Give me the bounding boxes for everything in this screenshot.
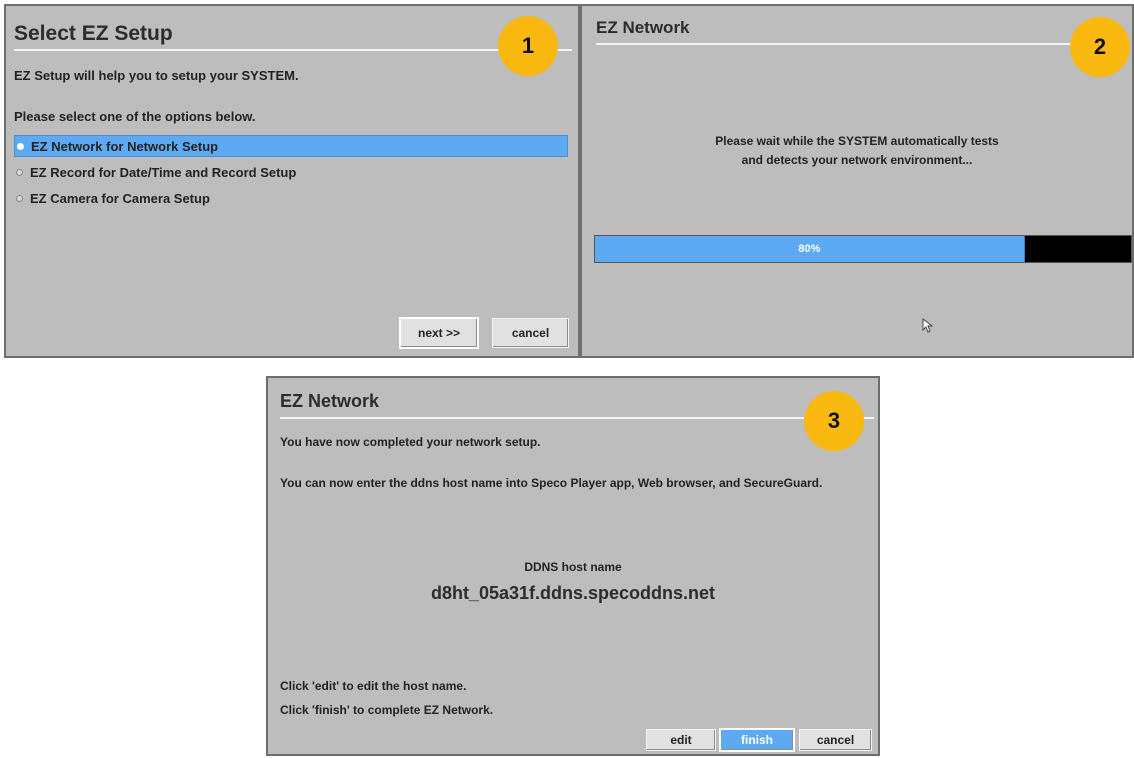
completed-text: You have now completed your network setu…: [280, 435, 541, 449]
option-ez-record[interactable]: EZ Record for Date/Time and Record Setup: [14, 161, 296, 183]
page-title: EZ Network: [596, 18, 690, 37]
option-label: EZ Network for Network Setup: [31, 138, 219, 154]
option-ez-network[interactable]: EZ Network for Network Setup: [14, 135, 568, 157]
page-title: Select EZ Setup: [14, 22, 173, 45]
ez-setup-panel: Select EZ Setup 1 EZ Setup will help you…: [4, 4, 580, 358]
intro-text: EZ Setup will help you to setup your SYS…: [14, 68, 299, 83]
ddns-host-caption: DDNS host name: [524, 560, 622, 574]
page-title: EZ Network: [280, 391, 380, 411]
edit-button[interactable]: edit: [646, 729, 716, 751]
edit-hint: Click 'edit' to edit the host name.: [280, 679, 467, 693]
step-badge: 2: [1070, 17, 1130, 77]
step-badge: 1: [498, 16, 558, 76]
radio-icon[interactable]: [16, 194, 23, 202]
wait-message-line1: Please wait while the SYSTEM automatical…: [715, 134, 999, 148]
wait-message-line2: and detects your network environment...: [741, 153, 973, 167]
ez-network-progress-panel: EZ Network 2 Please wait while the SYSTE…: [580, 4, 1134, 358]
step-badge: 3: [804, 391, 864, 451]
option-label: EZ Camera for Camera Setup: [30, 190, 210, 206]
option-label: EZ Record for Date/Time and Record Setup: [30, 164, 297, 180]
finish-hint: Click 'finish' to complete EZ Network.: [280, 703, 494, 717]
mouse-cursor-icon: [922, 318, 934, 333]
radio-selected-icon[interactable]: [17, 142, 24, 150]
finish-button[interactable]: finish: [719, 728, 795, 752]
instructions-text: You can now enter the ddns host name int…: [280, 476, 823, 490]
cancel-button[interactable]: cancel: [799, 729, 872, 751]
option-ez-camera[interactable]: EZ Camera for Camera Setup: [14, 187, 210, 209]
ddns-host-value: d8ht_05a31f.ddns.specoddns.net: [430, 583, 716, 603]
progress-bar: 80%: [594, 235, 1132, 263]
next-button[interactable]: next >>: [399, 317, 479, 349]
title-rule: [14, 49, 572, 51]
title-rule: [596, 43, 1128, 45]
progress-label: 80%: [798, 243, 821, 255]
prompt-text: Please select one of the options below.: [14, 109, 256, 124]
ez-network-complete-panel: EZ Network 3 You have now completed your…: [266, 376, 880, 756]
cancel-button[interactable]: cancel: [492, 318, 569, 348]
title-rule: [280, 417, 874, 419]
radio-icon[interactable]: [16, 168, 23, 176]
